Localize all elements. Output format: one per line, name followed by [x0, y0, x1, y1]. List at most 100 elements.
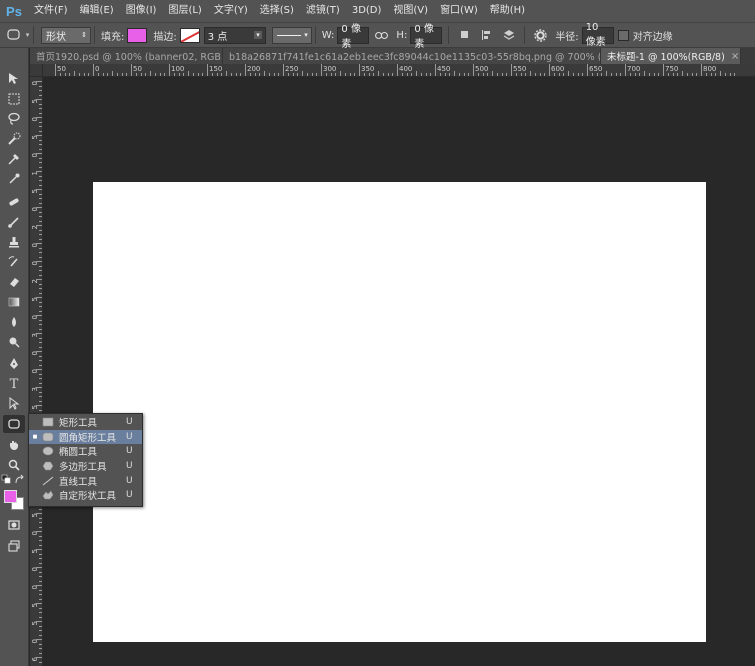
- ruler-minor-tick: [468, 73, 470, 76]
- ruler-minor-tick: [240, 73, 242, 76]
- tab-document-2[interactable]: b18a26871f741fe1c61a2eb1eec3fc89044c10e1…: [223, 48, 601, 64]
- close-icon[interactable]: ×: [731, 51, 739, 62]
- align-edges-label: 对齐边缘: [632, 31, 673, 43]
- stroke-width-field[interactable]: 3 点 ▾: [203, 26, 266, 44]
- dropdown-arrow-icon[interactable]: ▾: [254, 31, 262, 39]
- menu-filter[interactable]: 滤镜(T): [300, 0, 346, 22]
- ruler-minor-tick: [39, 247, 42, 249]
- type-tool[interactable]: T: [3, 375, 25, 393]
- dropdown-arrow-icon: ▾: [304, 31, 308, 39]
- ruler-minor-tick: [696, 73, 698, 76]
- height-label: H:: [396, 29, 408, 41]
- eyedropper-tool[interactable]: [3, 170, 25, 188]
- ruler-minor-tick: [36, 621, 42, 622]
- width-input[interactable]: 0 像素: [337, 24, 370, 50]
- path-selection-tool[interactable]: [3, 395, 25, 413]
- clone-stamp-tool[interactable]: [3, 233, 25, 251]
- path-arrangement-icon[interactable]: [500, 26, 518, 44]
- ruler-minor-tick: [36, 171, 42, 172]
- document-canvas[interactable]: [93, 182, 706, 642]
- align-edges-checkbox[interactable]: [617, 29, 629, 41]
- ruler-minor-tick: [677, 73, 679, 76]
- ruler-minor-tick: [39, 265, 42, 267]
- vertical-ruler[interactable]: 050501502002503003504004505005506: [30, 77, 43, 666]
- flyout-item-rectangle[interactable]: 矩形工具 U: [29, 415, 142, 430]
- swap-colors-icon[interactable]: [14, 474, 26, 486]
- ruler-minor-tick: [39, 616, 42, 618]
- menu-file[interactable]: 文件(F): [28, 0, 74, 22]
- ruler-minor-tick: [39, 85, 42, 87]
- ruler-minor-tick: [36, 531, 42, 532]
- ruler-minor-tick: [39, 364, 42, 366]
- pen-tool[interactable]: [3, 355, 25, 373]
- ruler-minor-tick: [39, 319, 42, 321]
- tab-document-1[interactable]: 首页1920.psd @ 100% (banner02, RGB... ×: [30, 48, 223, 64]
- path-alignment-icon[interactable]: [478, 26, 496, 44]
- history-brush-tool[interactable]: [3, 253, 25, 271]
- flyout-item-polygon[interactable]: 多边形工具 U: [29, 459, 142, 474]
- ruler-origin[interactable]: [30, 64, 43, 77]
- tab-document-3[interactable]: 未标题-1 @ 100%(RGB/8) ×: [601, 48, 741, 64]
- ruler-minor-tick: [183, 73, 185, 76]
- menu-select[interactable]: 选择(S): [254, 0, 300, 22]
- menu-3d[interactable]: 3D(D): [346, 0, 388, 22]
- default-colors-icon[interactable]: [1, 474, 13, 486]
- ruler-minor-tick: [39, 301, 42, 303]
- ruler-minor-tick: [39, 571, 42, 573]
- fill-swatch[interactable]: [127, 27, 148, 43]
- ruler-minor-tick: [39, 184, 42, 186]
- marquee-tool[interactable]: [3, 90, 25, 108]
- ruler-minor-tick: [39, 355, 42, 357]
- ruler-minor-tick: [36, 297, 42, 298]
- hand-tool[interactable]: [3, 436, 25, 454]
- zoom-tool[interactable]: [3, 456, 25, 474]
- ruler-minor-tick: [544, 73, 546, 76]
- stroke-type-dropdown[interactable]: ▾: [271, 26, 312, 44]
- crop-tool[interactable]: [3, 150, 25, 168]
- ruler-minor-tick: [36, 369, 42, 370]
- height-input[interactable]: 0 像素: [410, 24, 443, 50]
- ruler-minor-tick: [36, 279, 42, 280]
- foreground-color-swatch[interactable]: [4, 490, 17, 503]
- horizontal-ruler[interactable]: 50 0 50 100 150 200 250 300 350 400 450 500 550 600 65…: [43, 64, 755, 77]
- radius-input[interactable]: 10 像素: [581, 22, 614, 48]
- settings-gear-icon: [534, 28, 547, 42]
- dodge-tool[interactable]: [3, 333, 25, 351]
- canvas-workspace[interactable]: [43, 77, 755, 666]
- menu-layer[interactable]: 图层(L): [162, 0, 207, 22]
- link-icon[interactable]: [372, 26, 390, 44]
- gear-icon[interactable]: [531, 26, 549, 44]
- menu-help[interactable]: 帮助(H): [484, 0, 531, 22]
- ruler-minor-tick: [39, 144, 42, 145]
- flyout-item-line[interactable]: 直线工具 U: [29, 473, 142, 488]
- gradient-tool[interactable]: [3, 293, 25, 311]
- blur-tool[interactable]: [3, 313, 25, 331]
- menu-type[interactable]: 文字(Y): [208, 0, 254, 22]
- stroke-swatch[interactable]: [179, 27, 200, 43]
- healing-brush-tool[interactable]: [3, 193, 25, 211]
- menu-image[interactable]: 图像(I): [120, 0, 163, 22]
- ruler-minor-tick: [39, 108, 42, 109]
- flyout-item-custom-shape[interactable]: 自定形状工具 U: [29, 488, 142, 503]
- menu-edit[interactable]: 编辑(E): [74, 0, 120, 22]
- quick-mask-icon: [8, 520, 20, 530]
- screen-mode-tool[interactable]: [3, 537, 25, 555]
- ruler-minor-tick: [36, 225, 42, 226]
- eraser-tool[interactable]: [3, 273, 25, 291]
- brush-tool[interactable]: [3, 213, 25, 231]
- quick-mask-tool[interactable]: [3, 516, 25, 534]
- ruler-tick: [473, 64, 474, 76]
- shape-tool[interactable]: [3, 415, 25, 433]
- screen-mode-icon: [8, 540, 20, 552]
- lasso-tool[interactable]: [3, 110, 25, 128]
- move-tool[interactable]: [3, 70, 25, 88]
- flyout-item-ellipse[interactable]: 椭圆工具 U: [29, 444, 142, 459]
- tool-preset-picker[interactable]: ▾: [6, 26, 30, 44]
- mode-dropdown[interactable]: 形状 ⇕: [41, 26, 91, 44]
- path-operations-icon[interactable]: [456, 26, 474, 44]
- flyout-item-rounded-rectangle[interactable]: ■ 圆角矩形工具 U: [29, 429, 142, 445]
- menu-window[interactable]: 窗口(W): [434, 0, 484, 22]
- menu-view[interactable]: 视图(V): [387, 0, 434, 22]
- quick-selection-tool[interactable]: [3, 130, 25, 148]
- ruler-minor-tick: [330, 73, 332, 76]
